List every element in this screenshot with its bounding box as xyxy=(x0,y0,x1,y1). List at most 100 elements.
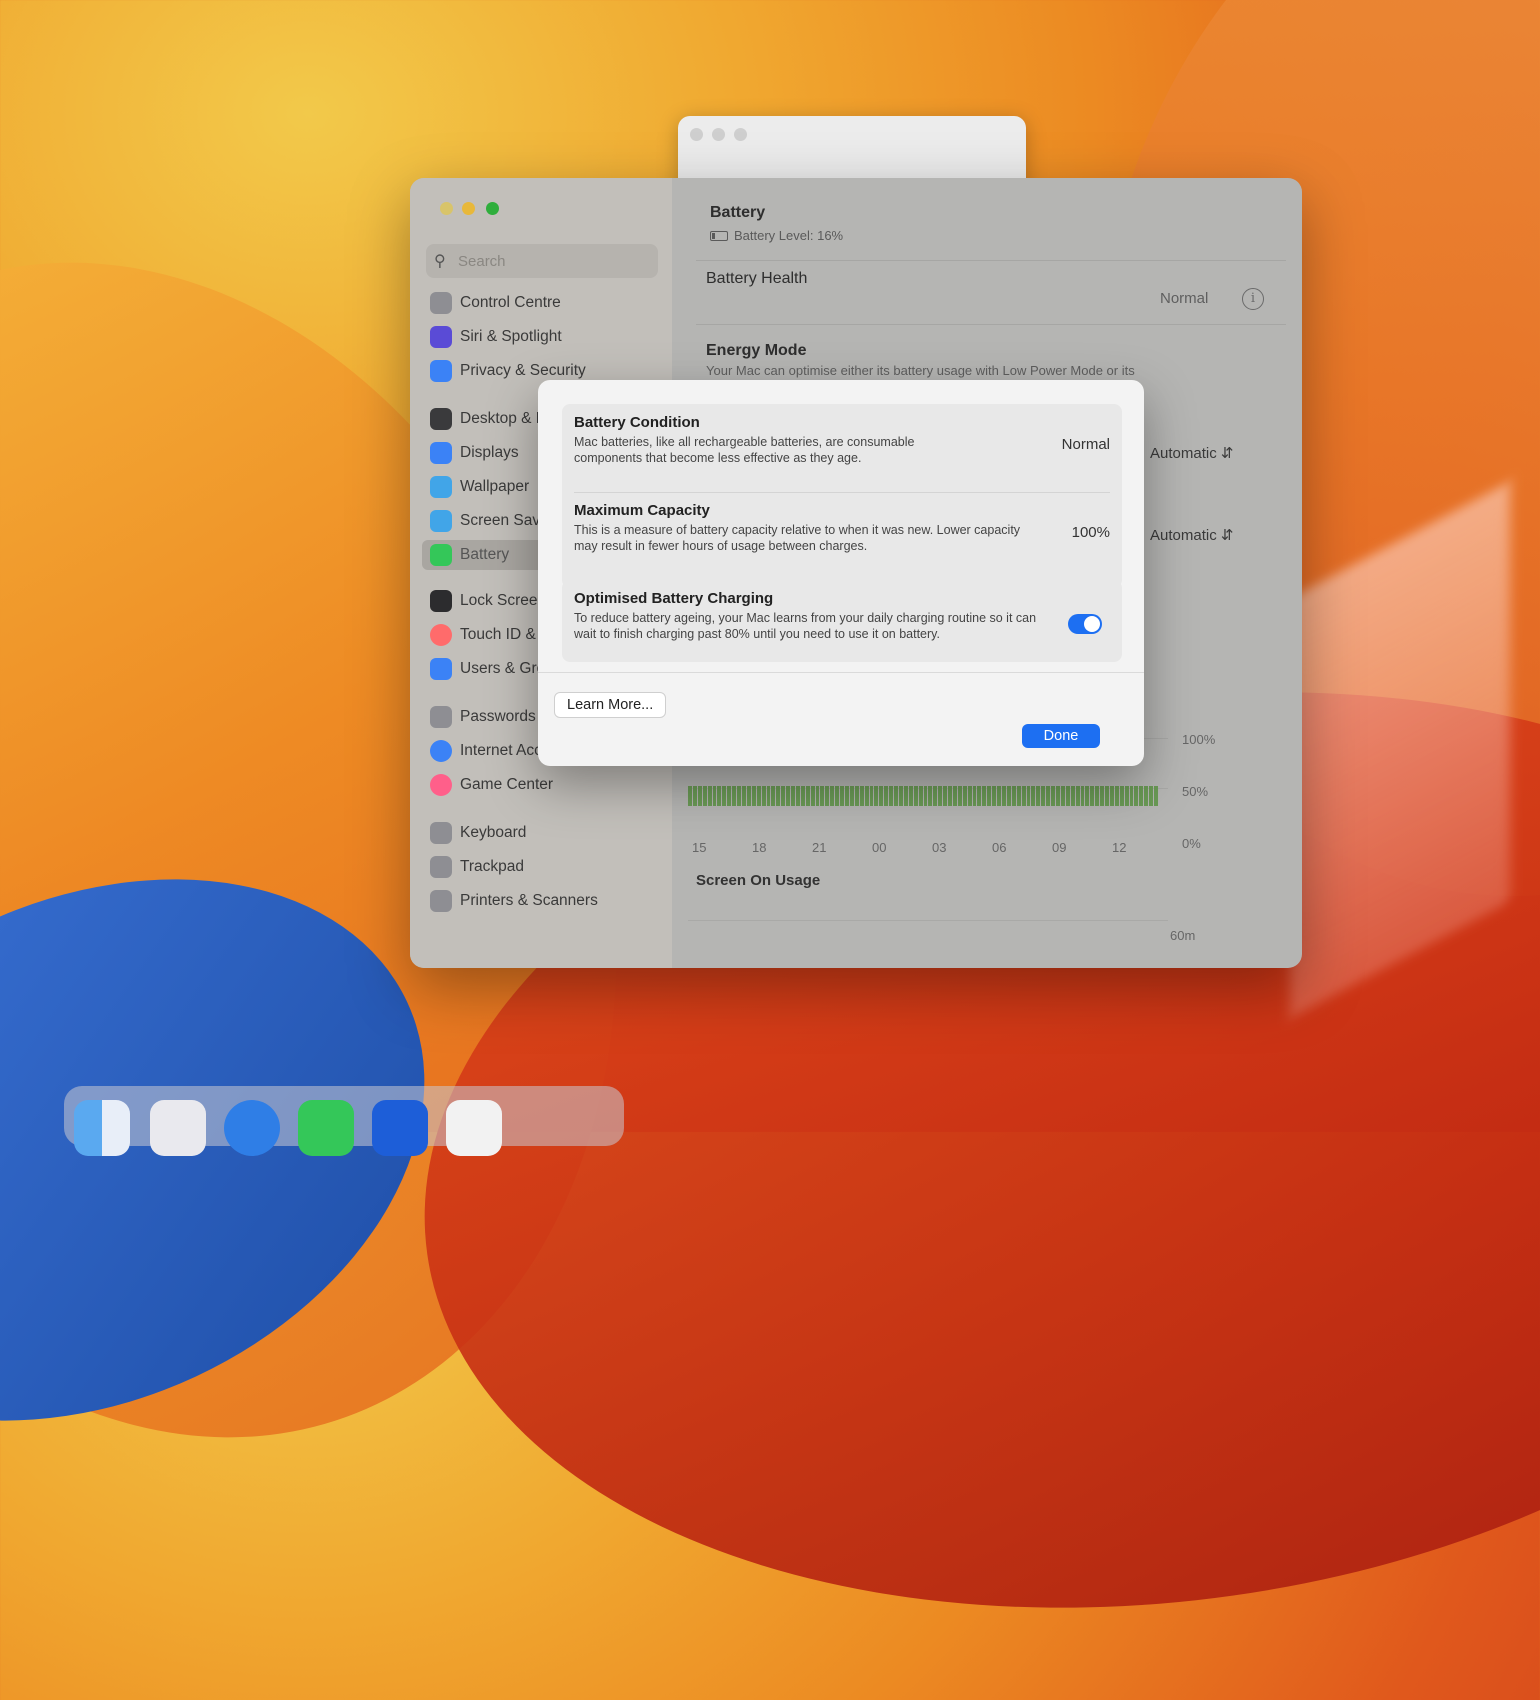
battery-level-bar xyxy=(786,786,791,806)
sidebar-item-passwords[interactable]: Passwords xyxy=(430,706,536,728)
battery-level-bar xyxy=(992,786,997,806)
search-placeholder: Search xyxy=(458,253,506,270)
learn-more-button[interactable]: Learn More... xyxy=(554,692,667,718)
battery-level-bar xyxy=(717,786,722,806)
done-button[interactable]: Done xyxy=(1022,724,1100,748)
battery-level-bar xyxy=(1095,786,1100,806)
battery-level-bar xyxy=(707,786,712,806)
maps-icon[interactable] xyxy=(446,1100,502,1156)
battery-level-bar xyxy=(943,786,948,806)
printer-icon xyxy=(430,890,452,912)
battery-level-bar xyxy=(1051,786,1055,806)
battery-level-bar xyxy=(697,786,702,806)
battery-level-bar xyxy=(967,786,972,806)
optimised-charging-title: Optimised Battery Charging xyxy=(574,590,774,607)
finder-icon[interactable] xyxy=(74,1100,130,1156)
battery-level-bar xyxy=(1031,786,1036,806)
sidebar-item-siri-spotlight[interactable]: Siri & Spotlight xyxy=(430,326,562,348)
x-tick-label: 09 xyxy=(1052,840,1067,855)
battery-level-bar xyxy=(727,786,732,806)
battery-level-bar xyxy=(761,786,766,806)
divider xyxy=(574,492,1110,493)
battery-level-bar xyxy=(702,786,707,806)
sidebar-item-label: Passwords xyxy=(460,708,536,725)
battery-level-bar xyxy=(849,786,854,806)
battery-level-bar xyxy=(952,786,957,806)
battery-level-bar xyxy=(692,786,697,806)
battery-level-bar xyxy=(766,786,771,806)
launchpad-icon[interactable] xyxy=(150,1100,206,1156)
battery-level-bar xyxy=(795,786,800,806)
sidebar-item-wallpaper[interactable]: Wallpaper xyxy=(430,476,529,498)
sidebar-item-label: Trackpad xyxy=(460,858,525,875)
battery-level-bar xyxy=(894,786,898,806)
users-icon xyxy=(430,658,452,680)
x-tick-label: 21 xyxy=(812,840,827,855)
battery-level-bar xyxy=(854,786,859,806)
y-tick-label: 100% xyxy=(1182,732,1216,747)
sidebar-item-label: Game Center xyxy=(460,776,554,793)
battery-level: Battery Level: 16% xyxy=(710,228,843,243)
battery-level-icon xyxy=(710,230,728,241)
battery-level-bar xyxy=(933,786,938,806)
battery-level-bar xyxy=(1114,786,1119,806)
battery-condition-title: Battery Condition xyxy=(574,414,700,431)
optimised-charging-toggle[interactable] xyxy=(1068,614,1102,634)
close-button[interactable] xyxy=(690,128,703,141)
screen-saver-icon xyxy=(430,510,452,532)
battery-level-bar xyxy=(1060,786,1065,806)
divider xyxy=(538,672,1144,673)
sidebar-item-trackpad[interactable]: Trackpad xyxy=(430,856,524,878)
at-sign-icon xyxy=(430,740,452,762)
keyboard-icon xyxy=(430,822,452,844)
info-icon[interactable]: i xyxy=(1242,288,1264,310)
optimised-charging-card: Optimised Battery Charging To reduce bat… xyxy=(562,580,1122,662)
energy-mode-select-battery[interactable]: Automatic ⇵ xyxy=(1150,444,1233,462)
dock xyxy=(64,1086,624,1156)
battery-level-bar xyxy=(746,786,751,806)
sidebar-item-label: Siri & Spotlight xyxy=(460,328,562,345)
sidebar-item-label: Wallpaper xyxy=(460,478,530,495)
sidebar-item-control-centre[interactable]: Control Centre xyxy=(430,292,561,314)
sidebar-item-displays[interactable]: Displays xyxy=(430,442,519,464)
battery-level-bar xyxy=(1080,786,1085,806)
battery-icon xyxy=(430,544,452,566)
battery-level-chart: 100% 50% 0% 15 18 21 00 03 06 09 12 Scre… xyxy=(688,732,1215,943)
battery-level-bar xyxy=(889,786,894,806)
safari-icon[interactable] xyxy=(224,1100,280,1156)
zoom-button[interactable] xyxy=(486,202,499,215)
y-tick-label: 50% xyxy=(1182,784,1209,799)
battery-level-bar xyxy=(1085,786,1090,806)
minimize-button[interactable] xyxy=(712,128,725,141)
search-input[interactable]: ⚲ Search xyxy=(426,244,658,278)
messages-icon[interactable] xyxy=(298,1100,354,1156)
game-center-icon xyxy=(430,774,452,796)
close-button[interactable] xyxy=(440,202,453,215)
key-icon xyxy=(430,706,452,728)
battery-level-bars xyxy=(688,786,1158,806)
sidebar-item-screen-saver[interactable]: Screen Saver xyxy=(430,510,554,532)
energy-mode-select-adapter[interactable]: Automatic ⇵ xyxy=(1150,526,1233,544)
sidebar-item-lock-screen[interactable]: Lock Screen xyxy=(430,590,546,612)
battery-level-bar xyxy=(864,786,869,806)
battery-level-bar xyxy=(938,786,943,806)
sidebar-item-keyboard[interactable]: Keyboard xyxy=(430,822,526,844)
battery-level-bar xyxy=(791,786,795,806)
battery-level-bar xyxy=(1124,786,1129,806)
battery-level-bar xyxy=(1046,786,1051,806)
sidebar-item-label: Displays xyxy=(460,444,519,461)
x-tick-label: 06 xyxy=(992,840,1007,855)
battery-level-bar xyxy=(805,786,810,806)
battery-level-bar xyxy=(741,786,746,806)
lock-icon xyxy=(430,590,452,612)
sidebar-item-game-center[interactable]: Game Center xyxy=(430,774,553,796)
sidebar-item-privacy-security[interactable]: Privacy & Security xyxy=(430,360,586,382)
mail-icon[interactable] xyxy=(372,1100,428,1156)
battery-level-bar xyxy=(918,786,923,806)
battery-level-bar xyxy=(781,786,786,806)
zoom-button[interactable] xyxy=(734,128,747,141)
sidebar-item-printers-scanners[interactable]: Printers & Scanners xyxy=(430,890,598,912)
battery-level-bar xyxy=(977,786,982,806)
minimize-button[interactable] xyxy=(462,202,475,215)
maximum-capacity-description: This is a measure of battery capacity re… xyxy=(574,523,1021,553)
